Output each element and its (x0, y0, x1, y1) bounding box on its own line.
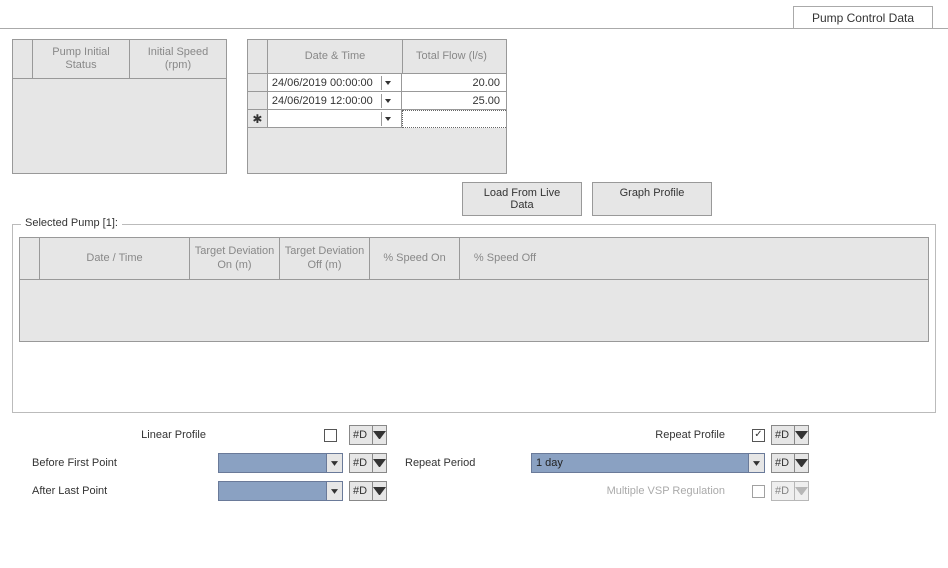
chevron-down-icon[interactable] (372, 454, 386, 472)
repeat-profile-label: Repeat Profile (531, 429, 731, 441)
after-last-unit-combo[interactable]: #D (349, 481, 387, 501)
repeat-period-combo[interactable]: 1 day (531, 453, 765, 473)
col-speed-on[interactable]: % Speed On (370, 238, 460, 279)
unit-value: #D (772, 454, 794, 472)
linear-profile-unit-combo[interactable]: #D (349, 425, 387, 445)
tab-pump-control-data[interactable]: Pump Control Data (793, 6, 933, 29)
chevron-down-icon[interactable] (748, 454, 764, 472)
linear-profile-checkbox[interactable] (324, 429, 337, 442)
col-target-dev-off[interactable]: Target Deviation Off (m) (280, 238, 370, 279)
cell-value: 24/06/2019 12:00:00 (272, 95, 373, 107)
pump-initial-grid: Pump Initial Status Initial Speed (rpm) (12, 39, 227, 174)
selected-pump-legend: Selected Pump [1]: (21, 217, 122, 229)
unit-value: #D (772, 482, 794, 500)
cell-flow-new[interactable] (402, 110, 506, 128)
col-total-flow[interactable]: Total Flow (l/s) (403, 40, 500, 73)
flow-grid: Date & Time Total Flow (l/s) 24/06/2019 … (247, 39, 507, 174)
linear-profile-label: Linear Profile (12, 429, 212, 441)
chevron-down-icon[interactable] (794, 454, 808, 472)
before-first-point-label: Before First Point (12, 457, 212, 469)
unit-value: #D (350, 482, 372, 500)
new-row-indicator[interactable]: ✱ (248, 110, 268, 128)
chevron-down-icon[interactable] (372, 426, 386, 444)
repeat-profile-unit-combo[interactable]: #D (771, 425, 809, 445)
row-header-corner (248, 40, 268, 73)
before-first-point-combo[interactable] (218, 453, 343, 473)
after-last-point-combo[interactable] (218, 481, 343, 501)
combo-value (219, 482, 326, 500)
col-initial-speed[interactable]: Initial Speed (rpm) (130, 40, 226, 78)
col-pump-initial-status[interactable]: Pump Initial Status (33, 40, 130, 78)
dropdown-icon[interactable] (381, 76, 395, 90)
chevron-down-icon[interactable] (372, 482, 386, 500)
chevron-down-icon[interactable] (326, 454, 342, 472)
repeat-period-label: Repeat Period (405, 457, 525, 469)
dropdown-icon[interactable] (381, 112, 395, 126)
col-speed-off[interactable]: % Speed Off (460, 238, 550, 279)
chevron-down-icon[interactable] (794, 426, 808, 444)
graph-profile-button[interactable]: Graph Profile (592, 182, 712, 216)
load-from-live-data-button[interactable]: Load From Live Data (462, 182, 582, 216)
repeat-profile-checkbox[interactable] (752, 429, 765, 442)
col-target-dev-on[interactable]: Target Deviation On (m) (190, 238, 280, 279)
repeat-period-unit-combo[interactable]: #D (771, 453, 809, 473)
cell-flow[interactable]: 25.00 (402, 92, 506, 110)
row-indicator[interactable] (248, 74, 268, 92)
row-header-corner (13, 40, 33, 78)
unit-value: #D (350, 454, 372, 472)
cell-datetime-new[interactable] (268, 110, 402, 128)
after-last-point-label: After Last Point (12, 485, 212, 497)
col-date-time[interactable]: Date & Time (268, 40, 403, 73)
cell-value: 20.00 (472, 77, 500, 89)
cell-datetime[interactable]: 24/06/2019 00:00:00 (268, 74, 402, 92)
chevron-down-icon (794, 482, 808, 500)
multiple-vsp-checkbox (752, 485, 765, 498)
multiple-vsp-label: Multiple VSP Regulation (531, 485, 731, 497)
combo-value (219, 454, 326, 472)
chevron-down-icon[interactable] (326, 482, 342, 500)
row-header-corner (20, 238, 40, 279)
unit-value: #D (350, 426, 372, 444)
cell-value: 24/06/2019 00:00:00 (272, 77, 373, 89)
col-date-time[interactable]: Date / Time (40, 238, 190, 279)
cell-value: 25.00 (472, 95, 500, 107)
cell-flow[interactable]: 20.00 (402, 74, 506, 92)
combo-value: 1 day (532, 454, 748, 472)
row-indicator[interactable] (248, 92, 268, 110)
dropdown-icon[interactable] (381, 94, 395, 108)
multiple-vsp-unit-combo: #D (771, 481, 809, 501)
cell-datetime[interactable]: 24/06/2019 12:00:00 (268, 92, 402, 110)
selected-pump-grid: Date / Time Target Deviation On (m) Targ… (19, 237, 929, 342)
unit-value: #D (772, 426, 794, 444)
before-first-unit-combo[interactable]: #D (349, 453, 387, 473)
